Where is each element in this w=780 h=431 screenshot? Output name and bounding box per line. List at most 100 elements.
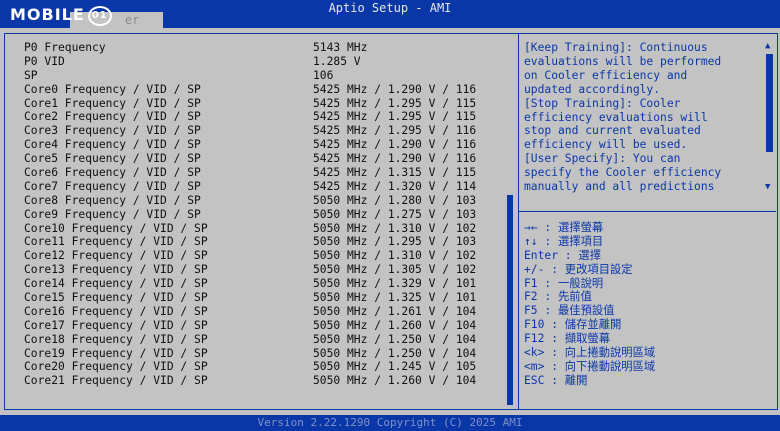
setting-row: Core19 Frequency / VID / SP 5050 MHz / 1.… bbox=[24, 347, 502, 361]
setting-value: 5425 MHz / 1.295 V / 116 bbox=[313, 124, 477, 138]
key-hint: <k> : 向上捲動說明區域 bbox=[524, 346, 656, 360]
setting-label: P0 VID bbox=[24, 54, 65, 68]
setting-value: 106 bbox=[313, 68, 334, 82]
setting-label: SP bbox=[24, 68, 38, 82]
setting-row: SP 106 bbox=[24, 69, 502, 83]
setting-value: 5050 MHz / 1.310 V / 102 bbox=[313, 249, 477, 263]
setting-label: Core5 Frequency / VID / SP bbox=[24, 152, 201, 166]
key-hint: F2 : 先前值 bbox=[524, 290, 592, 304]
setting-label: Core10 Frequency / VID / SP bbox=[24, 221, 208, 235]
setting-label: Core3 Frequency / VID / SP bbox=[24, 124, 201, 138]
setting-label: Core2 Frequency / VID / SP bbox=[24, 110, 201, 124]
setting-value: 5425 MHz / 1.295 V / 115 bbox=[313, 110, 477, 124]
setting-row: Core21 Frequency / VID / SP 5050 MHz / 1.… bbox=[24, 374, 502, 388]
setting-row: Core18 Frequency / VID / SP 5050 MHz / 1.… bbox=[24, 333, 502, 347]
setting-row: Core0 Frequency / VID / SP 5425 MHz / 1.2… bbox=[24, 83, 502, 97]
setting-row: Core6 Frequency / VID / SP 5425 MHz / 1.3… bbox=[24, 166, 502, 180]
setting-label: Core4 Frequency / VID / SP bbox=[24, 138, 201, 152]
setting-label: Core16 Frequency / VID / SP bbox=[24, 304, 208, 318]
help-scrollbar[interactable] bbox=[766, 54, 773, 152]
setting-value: 5050 MHz / 1.250 V / 104 bbox=[313, 346, 477, 360]
key-hint: F5 : 最佳預設值 bbox=[524, 304, 615, 318]
setting-label: Core20 Frequency / VID / SP bbox=[24, 360, 208, 374]
setting-value: 5050 MHz / 1.280 V / 103 bbox=[313, 193, 477, 207]
setting-value: 5425 MHz / 1.290 V / 116 bbox=[313, 138, 477, 152]
setting-label: Core15 Frequency / VID / SP bbox=[24, 291, 208, 305]
setting-label: Core7 Frequency / VID / SP bbox=[24, 179, 201, 193]
top-bar: Aptio Setup - AMI er MOBILE 01 bbox=[0, 0, 780, 29]
setting-row: Core16 Frequency / VID / SP 5050 MHz / 1.… bbox=[24, 305, 502, 319]
setting-label: Core13 Frequency / VID / SP bbox=[24, 263, 208, 277]
logo-text: MOBILE bbox=[10, 5, 85, 24]
setting-label: Core8 Frequency / VID / SP bbox=[24, 193, 201, 207]
setting-label: Core18 Frequency / VID / SP bbox=[24, 332, 208, 346]
key-hint: Enter : 選擇 bbox=[524, 248, 602, 262]
setting-label: Core17 Frequency / VID / SP bbox=[24, 318, 208, 332]
setting-row: Core13 Frequency / VID / SP 5050 MHz / 1.… bbox=[24, 263, 502, 277]
version-footer: Version 2.22.1290 Copyright (C) 2025 AMI bbox=[257, 416, 523, 429]
key-hint: F12 : 擷取螢幕 bbox=[524, 332, 610, 346]
setting-value: 5143 MHz bbox=[313, 41, 368, 54]
setting-label: Core19 Frequency / VID / SP bbox=[24, 346, 208, 360]
setting-row: Core9 Frequency / VID / SP 5050 MHz / 1.2… bbox=[24, 208, 502, 222]
setting-row: Core1 Frequency / VID / SP 5425 MHz / 1.2… bbox=[24, 97, 502, 111]
setting-label: Core12 Frequency / VID / SP bbox=[24, 249, 208, 263]
help-divider bbox=[519, 211, 776, 212]
setting-value: 5050 MHz / 1.245 V / 105 bbox=[313, 360, 477, 374]
setting-value: 5050 MHz / 1.260 V / 104 bbox=[313, 318, 477, 332]
setting-row: Core7 Frequency / VID / SP 5425 MHz / 1.3… bbox=[24, 180, 502, 194]
setting-label: Core11 Frequency / VID / SP bbox=[24, 235, 208, 249]
setting-row: Core3 Frequency / VID / SP 5425 MHz / 1.2… bbox=[24, 124, 502, 138]
setting-value: 5050 MHz / 1.250 V / 104 bbox=[313, 332, 477, 346]
setting-value: 5050 MHz / 1.295 V / 103 bbox=[313, 235, 477, 249]
logo-mark: 01 bbox=[87, 5, 112, 26]
setting-value: 5050 MHz / 1.305 V / 102 bbox=[313, 263, 477, 277]
setting-row: Core11 Frequency / VID / SP 5050 MHz / 1.… bbox=[24, 235, 502, 249]
setting-value: 5050 MHz / 1.261 V / 104 bbox=[313, 304, 477, 318]
bottom-bar: Version 2.22.1290 Copyright (C) 2025 AMI bbox=[0, 415, 780, 431]
info-list: P0 Frequency 5143 MHz P0 VID 1.285 V SP 106 Co… bbox=[24, 41, 502, 388]
main-scrollbar[interactable] bbox=[507, 195, 513, 405]
setting-value: 5425 MHz / 1.320 V / 114 bbox=[313, 179, 477, 193]
setting-label: P0 Frequency bbox=[24, 41, 106, 54]
setting-value: 5050 MHz / 1.260 V / 104 bbox=[313, 374, 477, 388]
setting-value: 5050 MHz / 1.325 V / 101 bbox=[313, 291, 477, 305]
setting-value: 5050 MHz / 1.329 V / 101 bbox=[313, 277, 477, 291]
key-hint: F10 : 儲存並離開 bbox=[524, 318, 622, 332]
key-hint: →← : 選擇螢幕 bbox=[524, 221, 604, 234]
setting-value: 5425 MHz / 1.295 V / 115 bbox=[313, 96, 477, 110]
setting-label: Core6 Frequency / VID / SP bbox=[24, 166, 201, 180]
setting-value: 5050 MHz / 1.275 V / 103 bbox=[313, 207, 477, 221]
setting-value: 5425 MHz / 1.315 V / 115 bbox=[313, 166, 477, 180]
setting-row: Core20 Frequency / VID / SP 5050 MHz / 1.… bbox=[24, 360, 502, 374]
key-hint: F1 : 一般說明 bbox=[524, 276, 604, 290]
scroll-up-arrow-icon[interactable]: ▲ bbox=[765, 41, 770, 51]
setting-value: 1.285 V bbox=[313, 54, 361, 68]
setting-value: 5050 MHz / 1.310 V / 102 bbox=[313, 221, 477, 235]
setting-row: Core12 Frequency / VID / SP 5050 MHz / 1.… bbox=[24, 249, 502, 263]
watermark-logo: MOBILE 01 bbox=[10, 5, 112, 26]
key-legend: →← : 選擇螢幕 ↑↓ : 選擇項目 Enter : 選擇 +/- : 更改項目設定… bbox=[524, 221, 774, 388]
setting-label: Core1 Frequency / VID / SP bbox=[24, 96, 201, 110]
setting-row: Core10 Frequency / VID / SP 5050 MHz / 1.… bbox=[24, 222, 502, 236]
scroll-down-arrow-icon[interactable]: ▼ bbox=[765, 182, 770, 192]
setting-row: Core17 Frequency / VID / SP 5050 MHz / 1.… bbox=[24, 319, 502, 333]
key-hint: ↑↓ : 選擇項目 bbox=[524, 234, 604, 248]
setting-label: Core21 Frequency / VID / SP bbox=[24, 374, 208, 388]
setting-row: Core15 Frequency / VID / SP 5050 MHz / 1.… bbox=[24, 291, 502, 305]
setting-value: 5425 MHz / 1.290 V / 116 bbox=[313, 152, 477, 166]
setting-label: Core0 Frequency / VID / SP bbox=[24, 82, 201, 96]
key-hint: +/- : 更改項目設定 bbox=[524, 262, 633, 276]
setting-row: Core8 Frequency / VID / SP 5050 MHz / 1.2… bbox=[24, 194, 502, 208]
setting-row: Core2 Frequency / VID / SP 5425 MHz / 1.2… bbox=[24, 110, 502, 124]
setting-row: Core14 Frequency / VID / SP 5050 MHz / 1.… bbox=[24, 277, 502, 291]
setting-value: 5425 MHz / 1.290 V / 116 bbox=[313, 82, 477, 96]
setting-row: Core4 Frequency / VID / SP 5425 MHz / 1.2… bbox=[24, 138, 502, 152]
setting-label: Core9 Frequency / VID / SP bbox=[24, 207, 201, 221]
setting-row: P0 VID 1.285 V bbox=[24, 55, 502, 69]
setting-row: P0 Frequency 5143 MHz bbox=[24, 41, 502, 55]
setting-label: Core14 Frequency / VID / SP bbox=[24, 277, 208, 291]
help-description: [Keep Training]: Continuous evaluations … bbox=[524, 41, 722, 194]
setting-row: Core5 Frequency / VID / SP 5425 MHz / 1.2… bbox=[24, 152, 502, 166]
key-hint: ESC : 離開 bbox=[524, 373, 588, 387]
